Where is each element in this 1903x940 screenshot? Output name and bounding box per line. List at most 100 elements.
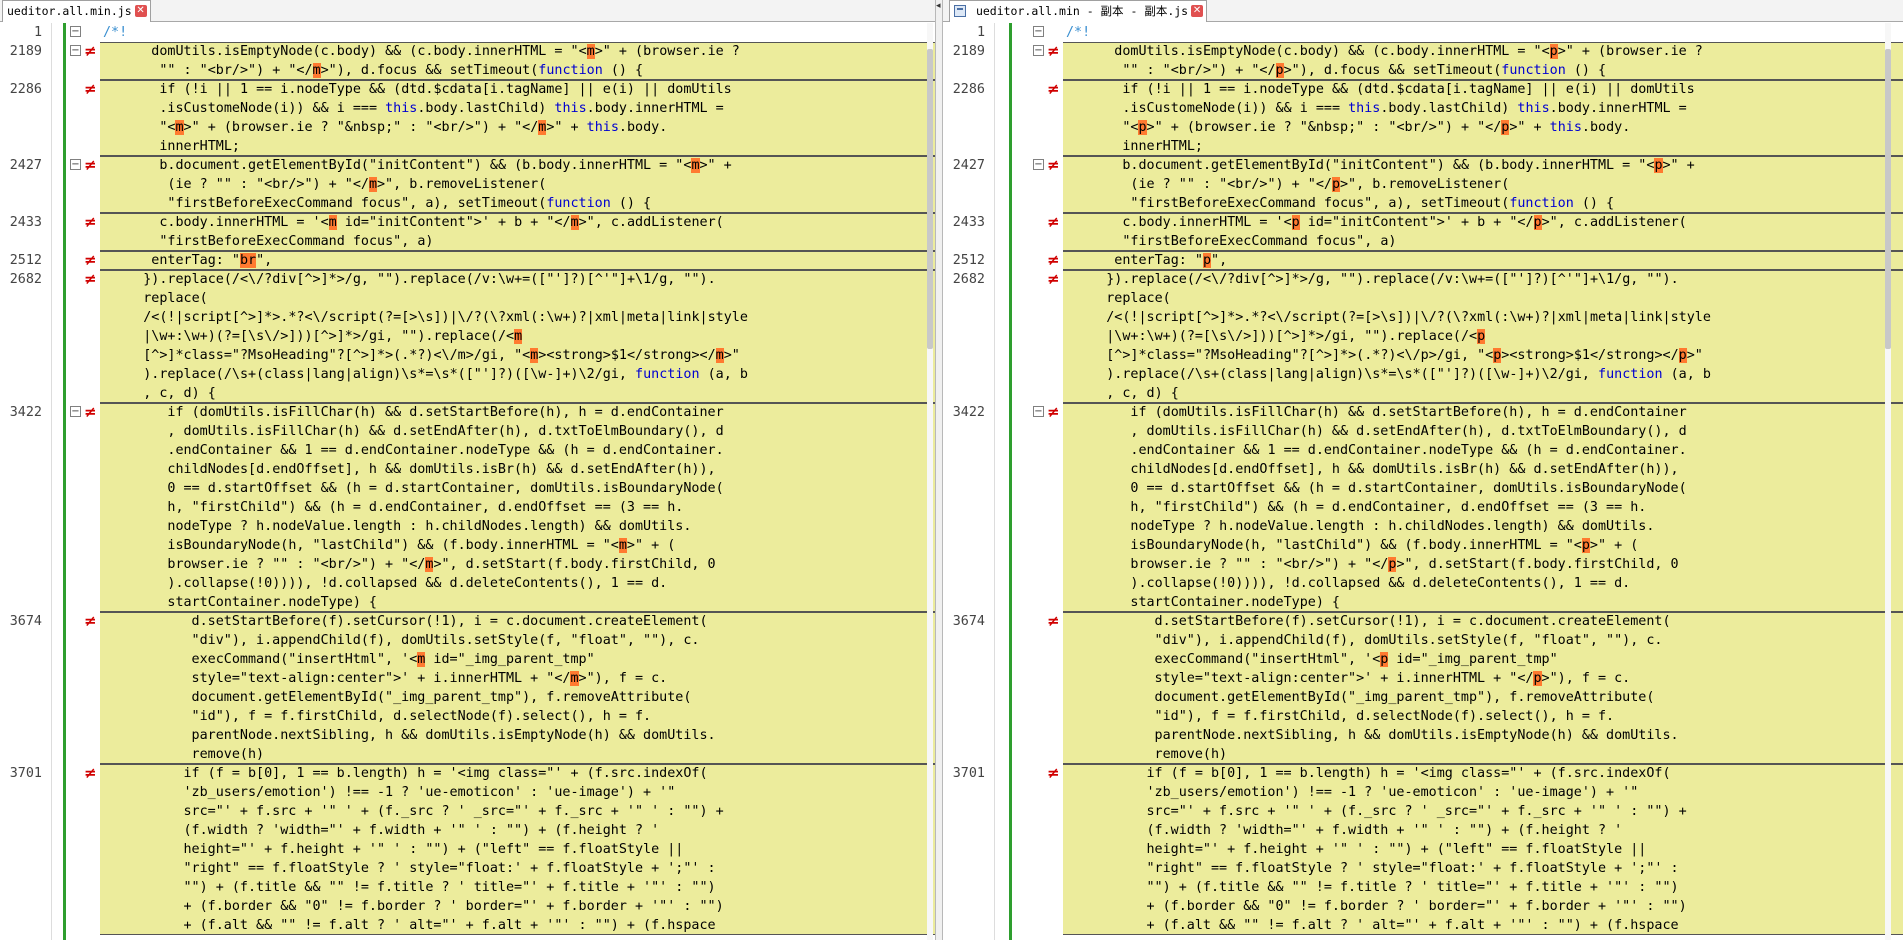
code-line[interactable]: parentNode.nextSibling, h && domUtils.is… (0, 726, 935, 745)
code-line[interactable]: "" : "<br/>") + "</p>"), d.focus && setT… (943, 61, 1903, 80)
code-line[interactable]: 3701 ≠ if (f = b[0], 1 == b.length) h = '<… (943, 764, 1903, 783)
code-line[interactable]: (ie ? "" : "<br/>") + "</m>", b.removeLi… (0, 175, 935, 194)
code-line[interactable]: [^>]*class="?MsoHeading"?[^>]*>(.*?)<\/p… (943, 346, 1903, 365)
code-line[interactable]: browser.ie ? "" : "<br/>") + "</m>", d.s… (0, 555, 935, 574)
code-line[interactable]: 2286 ≠ if (!i || 1 == i.nodeType && (dtd.$… (943, 80, 1903, 99)
code-line[interactable]: 'zb_users/emotion') !== -1 ? 'ue-emotico… (943, 783, 1903, 802)
splitter-arrow-icon[interactable]: ◂ (936, 1, 941, 11)
code-line[interactable]: nodeType ? h.nodeValue.length : h.childN… (943, 517, 1903, 536)
left-code-view[interactable]: 1−/*! 2189− ≠ domUtils.isEmptyNode(c.body) … (0, 23, 935, 940)
code-line[interactable]: (f.width ? 'width="' + f.width + '" ' : … (943, 821, 1903, 840)
code-line[interactable]: |\w+:\w+)(?=[\s\/>]))[^>]*>/gi, "").repl… (943, 327, 1903, 346)
code-line[interactable]: (f.width ? 'width="' + f.width + '" ' : … (0, 821, 935, 840)
code-line[interactable]: , c, d) { (943, 384, 1903, 403)
code-line[interactable]: replace( (943, 289, 1903, 308)
pane-splitter[interactable]: ◂ (935, 0, 943, 940)
code-line[interactable]: height="' + f.height + '" ' : "") + ("le… (0, 840, 935, 859)
code-line[interactable]: 3674 ≠ d.setStartBefore(f).setCursor(!1), … (943, 612, 1903, 631)
code-line[interactable]: 2682 ≠}).replace(/<\/?div[^>]*>/g, "").re… (0, 270, 935, 289)
code-line[interactable]: "id"), f = f.firstChild, d.selectNode(f)… (943, 707, 1903, 726)
code-line[interactable]: 2427 − ≠ b.document.getElementById("initCon… (943, 156, 1903, 175)
code-line[interactable]: childNodes[d.endOffset], h && domUtils.i… (0, 460, 935, 479)
fold-toggle-icon[interactable]: − (1033, 45, 1044, 56)
code-line[interactable]: 3674 ≠ d.setStartBefore(f).setCursor(!1), … (0, 612, 935, 631)
code-line[interactable]: , domUtils.isFillChar(h) && d.setEndAfte… (943, 422, 1903, 441)
code-line[interactable]: document.getElementById("_img_parent_tmp… (943, 688, 1903, 707)
fold-toggle-icon[interactable]: − (1033, 26, 1044, 37)
code-line[interactable]: , c, d) { (0, 384, 935, 403)
code-line[interactable]: ).collapse(!0)))), !d.collapsed && d.del… (943, 574, 1903, 593)
code-line[interactable]: /<(!|script[^>]*>.*?<\/script(?=[>\s])|\… (0, 308, 935, 327)
code-line[interactable]: 2682 ≠}).replace(/<\/?div[^>]*>/g, "").re… (943, 270, 1903, 289)
code-line[interactable]: "") + (f.title && "" != f.title ? ' titl… (943, 878, 1903, 897)
code-line[interactable]: execCommand("insertHtml", '<m id="_img_p… (0, 650, 935, 669)
code-line[interactable]: .isCustomeNode(i)) && i === this.body.la… (0, 99, 935, 118)
code-line[interactable]: ).replace(/\s+(class|lang|align)\s*=\s*(… (0, 365, 935, 384)
code-line[interactable]: "id"), f = f.firstChild, d.selectNode(f)… (0, 707, 935, 726)
code-line[interactable]: document.getElementById("_img_parent_tmp… (0, 688, 935, 707)
fold-toggle-icon[interactable]: − (70, 26, 81, 37)
code-line[interactable]: replace( (0, 289, 935, 308)
fold-toggle-icon[interactable]: − (70, 159, 81, 170)
code-line[interactable]: src="' + f.src + '" ' + (f._src ? ' _src… (0, 802, 935, 821)
code-line[interactable]: 2427 − ≠ b.document.getElementById("initCon… (0, 156, 935, 175)
code-line[interactable]: ).replace(/\s+(class|lang|align)\s*=\s*(… (943, 365, 1903, 384)
close-icon[interactable]: ✕ (134, 5, 147, 17)
code-line[interactable]: .endContainer && 1 == d.endContainer.nod… (943, 441, 1903, 460)
code-line[interactable]: 2512 ≠ enterTag: "p", (943, 251, 1903, 270)
code-line[interactable]: style="text-align:center">' + i.innerHTM… (943, 669, 1903, 688)
code-line[interactable]: [^>]*class="?MsoHeading"?[^>]*>(.*?)<\/m… (0, 346, 935, 365)
left-scroll-thumb[interactable] (927, 49, 933, 349)
code-line[interactable]: startContainer.nodeType) { (0, 593, 935, 612)
code-line[interactable]: 1 − /*! (943, 23, 1903, 42)
left-file-tab[interactable]: ueditor.all.min.js ✕ (2, 0, 151, 22)
code-line[interactable]: style="text-align:center">' + i.innerHTM… (0, 669, 935, 688)
code-line[interactable]: , domUtils.isFillChar(h) && d.setEndAfte… (0, 422, 935, 441)
code-line[interactable]: .isCustomeNode(i)) && i === this.body.la… (943, 99, 1903, 118)
code-line[interactable]: 2512 ≠ enterTag: "br", (0, 251, 935, 270)
code-line[interactable]: "right" == f.floatStyle ? ' style="float… (0, 859, 935, 878)
fold-toggle-icon[interactable]: − (70, 406, 81, 417)
code-line[interactable]: 3701 ≠ if (f = b[0], 1 == b.length) h = '<… (0, 764, 935, 783)
code-line[interactable]: "div"), i.appendChild(f), domUtils.setSt… (0, 631, 935, 650)
code-line[interactable]: nodeType ? h.nodeValue.length : h.childN… (0, 517, 935, 536)
code-line[interactable]: startContainer.nodeType) { (943, 593, 1903, 612)
code-line[interactable]: remove(h) (943, 745, 1903, 764)
code-line[interactable]: 1 − /*! (0, 23, 935, 42)
code-line[interactable]: + (f.border && "0" != f.border ? ' borde… (0, 897, 935, 916)
close-icon[interactable]: ✕ (1191, 5, 1204, 17)
fold-toggle-icon[interactable]: − (1033, 159, 1044, 170)
code-line[interactable]: + (f.alt && "" != f.alt ? ' alt="' + f.a… (0, 916, 935, 935)
code-line[interactable]: isBoundaryNode(h, "lastChild") && (f.bod… (0, 536, 935, 555)
code-line[interactable]: 2433 ≠ c.body.innerHTML = '<p id="initCont… (943, 213, 1903, 232)
code-line[interactable]: 0 == d.startOffset && (h = d.startContai… (943, 479, 1903, 498)
code-line[interactable]: parentNode.nextSibling, h && domUtils.is… (943, 726, 1903, 745)
code-line[interactable]: + (f.alt && "" != f.alt ? ' alt="' + f.a… (943, 916, 1903, 935)
code-line[interactable]: "firstBeforeExecCommand focus", a), setT… (943, 194, 1903, 213)
code-line[interactable]: 2433 ≠ c.body.innerHTML = '<m id="initCont… (0, 213, 935, 232)
code-line[interactable]: h, "firstChild") && (h = d.endContainer,… (0, 498, 935, 517)
code-line[interactable]: 'zb_users/emotion') !== -1 ? 'ue-emotico… (0, 783, 935, 802)
right-file-tab[interactable]: ueditor.all.min - 副本 - 副本.js ✕ (949, 0, 1208, 22)
fold-toggle-icon[interactable]: − (70, 45, 81, 56)
code-line[interactable]: childNodes[d.endOffset], h && domUtils.i… (943, 460, 1903, 479)
code-line[interactable]: "firstBeforeExecCommand focus", a), setT… (0, 194, 935, 213)
code-line[interactable]: /<(!|script[^>]*>.*?<\/script(?=[>\s])|\… (943, 308, 1903, 327)
code-line[interactable]: "") + (f.title && "" != f.title ? ' titl… (0, 878, 935, 897)
code-line[interactable]: ).collapse(!0)))), !d.collapsed && d.del… (0, 574, 935, 593)
code-line[interactable]: height="' + f.height + '" ' : "") + ("le… (943, 840, 1903, 859)
code-line[interactable]: src="' + f.src + '" ' + (f._src ? ' _src… (943, 802, 1903, 821)
code-line[interactable]: "right" == f.floatStyle ? ' style="float… (943, 859, 1903, 878)
code-line[interactable]: execCommand("insertHtml", '<p id="_img_p… (943, 650, 1903, 669)
code-line[interactable]: innerHTML; (0, 137, 935, 156)
code-line[interactable]: .endContainer && 1 == d.endContainer.nod… (0, 441, 935, 460)
code-line[interactable]: 3422 − ≠ if (domUtils.isFillChar(h) && d.se… (943, 403, 1903, 422)
code-line[interactable]: 2189 − ≠ domUtils.isEmptyNode(c.body) && (c… (943, 42, 1903, 61)
code-line[interactable]: |\w+:\w+)(?=[\s\/>]))[^>]*>/gi, "").repl… (0, 327, 935, 346)
code-line[interactable]: "firstBeforeExecCommand focus", a) (0, 232, 935, 251)
code-line[interactable]: 3422 − ≠ if (domUtils.isFillChar(h) && d.se… (0, 403, 935, 422)
code-line[interactable]: innerHTML; (943, 137, 1903, 156)
code-line[interactable]: "<p>" + (browser.ie ? "&nbsp;" : "<br/>"… (943, 118, 1903, 137)
right-code-view[interactable]: 1−/*! 2189− ≠ domUtils.isEmptyNode(c.body) … (943, 23, 1903, 940)
code-line[interactable]: "firstBeforeExecCommand focus", a) (943, 232, 1903, 251)
